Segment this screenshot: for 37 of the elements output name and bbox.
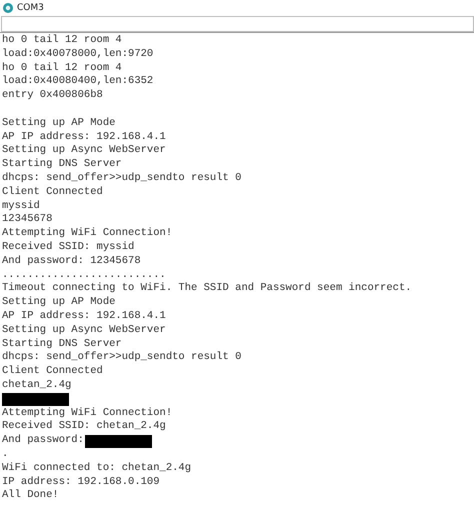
output-line: .: [2, 448, 10, 462]
output-line: IP address: 192.168.0.109: [2, 476, 161, 489]
output-line: Setting up Async WebServer: [2, 144, 167, 158]
input-field[interactable]: [1, 16, 474, 32]
output-line: WiFi connected to: chetan_2.4g: [2, 462, 192, 476]
output-line: entry 0x400806b8: [2, 89, 104, 103]
redaction-bar: [84, 434, 152, 448]
output-line: Attempting WiFi Connection!: [2, 406, 174, 420]
output-line: Client Connected: [2, 365, 104, 379]
output-line: ho 0 tail 12 room 4: [2, 62, 123, 75]
output-line: Client Connected: [2, 186, 104, 200]
output-line: Timeout connecting to WiFi. The SSID and Password seem incorrect.: [2, 282, 413, 296]
output-line: 12345678: [2, 213, 54, 227]
output-line: Setting up AP Mode: [2, 296, 116, 310]
output-line: AP IP address: 192.168.4.1: [2, 310, 167, 324]
redaction-bar: [2, 392, 69, 406]
output-line: load:0x40080400,len:6352: [2, 75, 154, 89]
output-line: Setting up Async WebServer: [2, 324, 167, 338]
output-line: And password:: [2, 434, 84, 448]
output-line: Starting DNS Server: [2, 338, 123, 351]
output-line: Starting DNS Server: [2, 158, 123, 172]
output-line: Received SSID: myssid: [2, 240, 136, 255]
output-line: dhcps: send_offer>>udp_sendto result 0: [2, 351, 242, 365]
output-line: And password: 12345678: [2, 254, 142, 269]
output-line: ..........................: [2, 268, 167, 282]
output-line: AP IP address: 192.168.4.1: [2, 130, 167, 144]
output-line: ho 0 tail 12 room 4: [2, 34, 123, 48]
output-line: All Done!: [2, 489, 60, 504]
output-line: myssid: [2, 200, 41, 214]
output-line: load:0x40078000,len:9720: [2, 48, 154, 62]
output-line: Attempting WiFi Connection!: [2, 227, 174, 241]
output-line: dhcps: send_offer>>udp_sendto result 0: [2, 172, 242, 186]
output-line: Received SSID: chetan_2.4g: [2, 420, 167, 434]
output-line: chetan_2.4g: [2, 378, 72, 393]
output-line: Setting up AP Mode: [2, 116, 116, 131]
window-title: COM3: [17, 2, 44, 12]
app-icon: [3, 2, 13, 12]
